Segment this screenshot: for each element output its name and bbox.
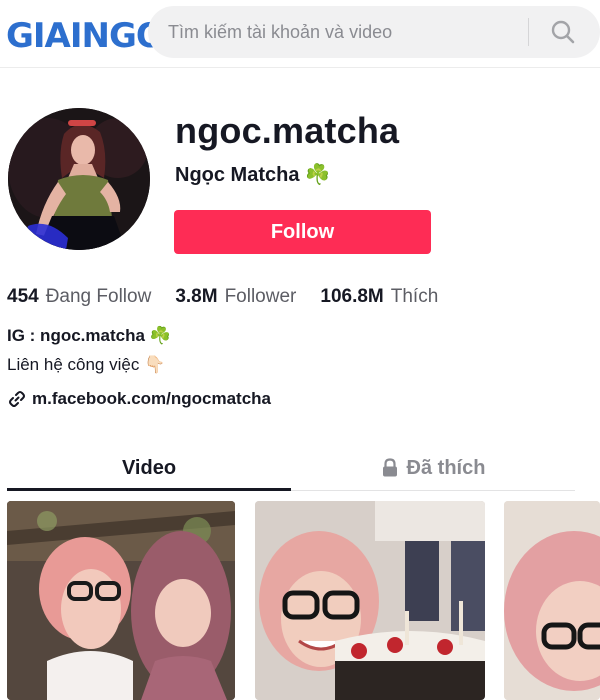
link-icon xyxy=(9,391,25,407)
display-name: Ngọc Matcha ☘️ xyxy=(175,164,330,186)
followers-label: Follower xyxy=(224,286,297,307)
tab-videos[interactable]: Video xyxy=(7,446,291,490)
video-thumbnail[interactable] xyxy=(255,501,485,700)
bio-instagram: IG : ngoc.matcha ☘️ xyxy=(7,326,171,345)
active-tab-indicator xyxy=(7,488,291,491)
search-button[interactable] xyxy=(538,12,588,52)
search-divider xyxy=(528,18,529,46)
tab-liked-label: Đã thích xyxy=(406,456,486,479)
video-thumbnail-image xyxy=(255,501,485,700)
stats-row: 454 Đang Follow 3.8M Follower 106.8M Thí… xyxy=(7,286,438,312)
search-input[interactable] xyxy=(168,16,518,48)
video-thumbnail-image xyxy=(504,501,600,700)
follow-button[interactable]: Follow xyxy=(174,210,431,254)
likes-count: 106.8M xyxy=(320,286,384,307)
bio-link[interactable]: m.facebook.com/ngocmatcha xyxy=(8,389,271,409)
video-thumbnail[interactable] xyxy=(504,501,600,700)
video-thumbnail-image xyxy=(7,501,235,700)
avatar-image xyxy=(8,108,150,250)
top-bar: GIAINGO xyxy=(0,0,600,68)
search-bar xyxy=(148,6,600,58)
username: ngoc.matcha xyxy=(175,110,400,151)
bio-link-text: m.facebook.com/ngocmatcha xyxy=(32,389,272,408)
followers-count: 3.8M xyxy=(175,286,218,307)
lock-icon xyxy=(382,458,397,477)
likes-label: Thích xyxy=(390,286,439,307)
site-logo[interactable]: GIAINGO xyxy=(6,16,165,56)
following-count: 454 xyxy=(7,286,39,307)
video-thumbnail[interactable] xyxy=(7,501,235,700)
avatar[interactable] xyxy=(8,108,150,250)
search-icon xyxy=(551,20,575,44)
tab-liked[interactable]: Đã thích xyxy=(291,446,575,490)
following-label: Đang Follow xyxy=(45,286,152,307)
bio-contact: Liên hệ công việc 👇🏻 xyxy=(7,355,166,374)
